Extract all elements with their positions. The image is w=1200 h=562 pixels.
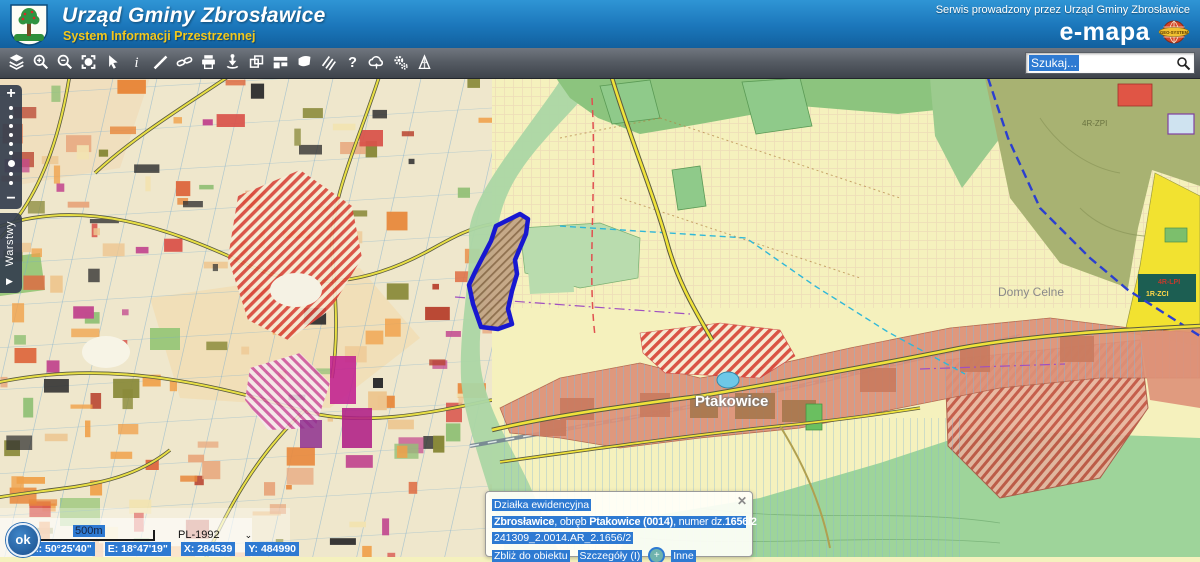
map-label: Domy Celne [998, 285, 1064, 299]
annotation-icon[interactable] [296, 51, 313, 73]
svg-text:?: ? [348, 55, 357, 71]
info-icon[interactable]: i [128, 51, 145, 73]
projection-select[interactable]: PL-1992 ⌄ [178, 529, 252, 541]
layers-icon[interactable] [8, 51, 25, 73]
scale-bar: 500m [33, 530, 155, 541]
app-header: Urząd Gminy Zbrosławice System Informacj… [0, 0, 1200, 48]
parcel-info-popup: Działka ewidencyjna ✕ Zbrosławice, obręb… [485, 491, 753, 557]
svg-text:GEO-SYSTEM: GEO-SYSTEM [1160, 30, 1188, 35]
geoportal-ok-badge[interactable]: ok [6, 523, 40, 557]
svg-text:i: i [134, 55, 138, 71]
toolbar: i? Szukaj... [0, 48, 1200, 79]
zoom-control: + − [0, 85, 22, 209]
toolbar-icons: i? [8, 51, 433, 73]
3d-icon[interactable] [416, 51, 433, 73]
popup-action-2[interactable]: Szczegóły (I) [578, 550, 643, 562]
white-area [82, 336, 130, 368]
popup-action-1[interactable]: Zbliż do obiektu [492, 550, 570, 562]
search-icon[interactable] [1176, 56, 1191, 71]
search-input[interactable]: Szukaj... [1025, 52, 1195, 74]
zoom-level-dot[interactable] [9, 115, 13, 119]
zoom-level-dot[interactable] [9, 172, 13, 176]
coordinates-readout: N: 50°25'40" E: 18°47'19" X: 284539 Y: 4… [28, 542, 299, 556]
cloud-icon[interactable] [368, 51, 385, 73]
popup-action-3[interactable]: Inne [671, 550, 695, 562]
map-label: 4R-ZPI [1082, 119, 1107, 128]
scale-label: 500m [73, 525, 105, 537]
coord-x: X: 284539 [181, 542, 235, 556]
gmina-crest-logo [10, 4, 48, 46]
pond [717, 372, 739, 388]
white-area [270, 273, 322, 307]
settings-icon[interactable] [392, 51, 409, 73]
link-icon[interactable] [176, 51, 193, 73]
zoom-level-dot[interactable] [9, 181, 13, 185]
zoom-in-button[interactable]: + [6, 87, 15, 101]
pointer-icon[interactable] [104, 51, 121, 73]
help-icon[interactable]: ? [344, 51, 361, 73]
zoom-level-dot[interactable] [9, 142, 13, 146]
hatch-icon[interactable] [320, 51, 337, 73]
emapa-brand: e-mapa [1059, 18, 1150, 47]
map-label: Ptakowice [695, 393, 768, 410]
map-canvas[interactable]: Ptakowice Domy Celne 4R-ZPI 4R-LPI 1R-ZCI [0, 78, 1200, 557]
parcel-summary: Zbrosławice, obręb Ptakowice (0014), num… [492, 516, 746, 528]
service-note: Serwis prowadzony przez Urząd Gminy Zbro… [936, 4, 1190, 16]
windows-icon[interactable] [248, 51, 265, 73]
print-icon[interactable] [200, 51, 217, 73]
locate-icon[interactable] [224, 51, 241, 73]
expand-plus-icon[interactable]: + [650, 549, 663, 562]
search-placeholder: Szukaj... [1029, 55, 1079, 71]
geo-system-logo: GEO-SYSTEM [1156, 20, 1192, 44]
close-icon[interactable]: ✕ [737, 494, 747, 508]
expand-arrow-icon: ▶ [6, 276, 13, 287]
zoom-level-dot[interactable] [9, 124, 13, 128]
map-label: 1R-ZCI [1146, 291, 1169, 298]
layers-tab-label: Warstwy [4, 221, 16, 266]
popup-actions: Zbliż do obiektu Szczegóły (I) + Inne [492, 549, 746, 562]
layers-panel-tab[interactable]: Warstwy ▶ [0, 213, 22, 293]
chevron-down-icon: ⌄ [245, 530, 253, 540]
coord-e: E: 18°47'19" [105, 542, 171, 556]
zoom-level-dot[interactable] [9, 151, 13, 155]
measure-icon[interactable] [152, 51, 169, 73]
page-subtitle: System Informacji Przestrzennej [63, 29, 255, 43]
page-title: Urząd Gminy Zbrosławice [62, 4, 326, 28]
zoom-in-icon[interactable] [32, 51, 49, 73]
zoom-out-icon[interactable] [56, 51, 73, 73]
zoom-dots [8, 106, 15, 185]
zoom-level-dot[interactable] [9, 106, 13, 110]
coord-y: Y: 484990 [245, 542, 299, 556]
layout-icon[interactable] [272, 51, 289, 73]
projection-label: PL-1992 [178, 529, 220, 541]
popup-title: Działka ewidencyjna [492, 499, 591, 511]
zoom-out-button[interactable]: − [6, 192, 15, 206]
zoom-level-dot[interactable] [9, 133, 13, 137]
full-extent-icon[interactable] [80, 51, 97, 73]
map-label: 4R-LPI [1158, 279, 1180, 286]
zoom-level-dot[interactable] [8, 160, 15, 167]
parcel-id: 241309_2.0014.AR_2.1656/2 [492, 532, 633, 544]
